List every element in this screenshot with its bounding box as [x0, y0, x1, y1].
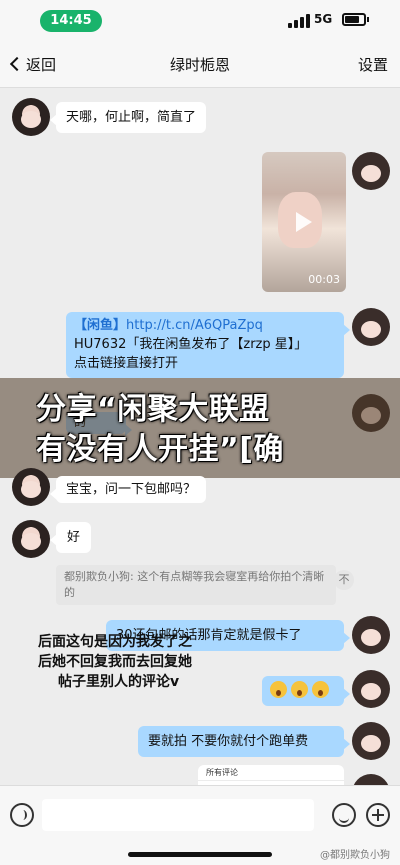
screenshot-header: 所有评论	[198, 765, 344, 781]
share-line-3: 点击链接直接打开	[74, 356, 179, 371]
annotation-text: 后面这句是因为我发了之 后她不回复我而去回复她 帖子里别人的评论v	[38, 632, 234, 692]
overlay-line-2: 有没有人开挂”[确	[36, 432, 284, 467]
share-link-message[interactable]: 【闲鱼】http://t.cn/A6QPaZpq HU7632「我在闲鱼发布了【…	[66, 312, 350, 378]
nav-bar: 返回 绿时栀恩 设置	[0, 42, 400, 88]
annotation-line-3: 帖子里别人的评论v	[58, 674, 180, 690]
message-input[interactable]	[42, 799, 314, 831]
video-duration: 00:03	[308, 273, 340, 286]
play-icon	[296, 212, 312, 232]
share-line-1: 【闲鱼】http://t.cn/A6QPaZpq	[74, 316, 336, 335]
message-right[interactable]: 要就拍 不要你就付个跑单费	[138, 726, 350, 757]
video-message[interactable]: 00:03	[262, 152, 346, 292]
share-line-2: HU7632「我在闲鱼发布了【zrzp 星】」	[74, 337, 308, 352]
message-left[interactable]: 宝宝，问一下包邮吗？	[49, 476, 207, 503]
annotation-line-1: 后面这句是因为我发了之	[38, 634, 192, 650]
avatar-right[interactable]	[352, 308, 390, 346]
annotation-line-2: 后她不回复我而去回复她	[38, 654, 192, 670]
share-tag: 【闲鱼】	[74, 318, 127, 333]
avatar-left[interactable]	[12, 98, 50, 136]
quote-dismiss-button[interactable]: 不	[334, 570, 354, 590]
home-indicator	[128, 852, 272, 857]
chat-title: 绿时栀恩	[169, 56, 230, 74]
share-link[interactable]: http://t.cn/A6QPaZpq	[126, 318, 263, 333]
overlay-line-1: 分享“闲聚大联盟	[36, 392, 270, 427]
shocked-emoji-icon	[312, 681, 329, 698]
overlay-caption: 分享“闲聚大联盟 有没有人开挂”[确	[36, 390, 376, 470]
status-bar: 14:45 5G	[0, 0, 400, 42]
avatar-right[interactable]	[352, 616, 390, 654]
quoted-reply[interactable]: 都别欺负小狗: 这个有点糊等我会寝室再给你拍个清晰的	[56, 565, 336, 605]
avatar-right[interactable]	[352, 722, 390, 760]
signal-icon	[288, 14, 310, 28]
voice-icon[interactable]	[10, 803, 34, 827]
avatar-right[interactable]	[352, 670, 390, 708]
battery-icon	[342, 13, 369, 26]
message-left[interactable]: 好	[49, 522, 92, 553]
emoji-icon[interactable]	[332, 803, 356, 827]
status-time: 14:45	[40, 10, 102, 32]
watermark: @都别欺负小狗	[320, 850, 390, 861]
emoji-message[interactable]	[262, 676, 350, 706]
message-left[interactable]: 天哪，何止啊，简直了	[49, 102, 207, 133]
plus-icon[interactable]	[366, 803, 390, 827]
settings-button[interactable]: 设置	[358, 54, 388, 75]
avatar-right[interactable]	[352, 152, 390, 190]
network-type: 5G	[314, 12, 333, 26]
shocked-emoji-icon	[270, 681, 287, 698]
avatar-left[interactable]	[12, 520, 50, 558]
avatar-left[interactable]	[12, 468, 50, 506]
shocked-emoji-icon	[291, 681, 308, 698]
